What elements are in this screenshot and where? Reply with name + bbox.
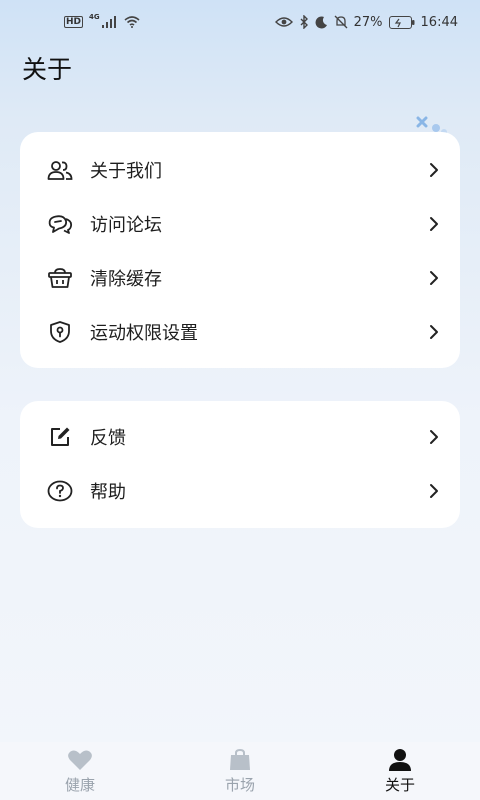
- hd-badge: HD: [64, 16, 84, 28]
- page-title: 关于: [22, 55, 73, 84]
- wifi-icon: [124, 16, 140, 28]
- settings-group-1: 关于我们 访问论坛 清除缓存 运动权限设置: [20, 132, 460, 368]
- menu-item-clear-cache[interactable]: 清除缓存: [20, 251, 460, 305]
- menu-item-label: 访问论坛: [90, 215, 162, 236]
- menu-item-motion-permission[interactable]: 运动权限设置: [20, 305, 460, 359]
- tab-label: 市场: [224, 776, 255, 794]
- tab-label: 关于: [384, 776, 415, 794]
- clock: 16:44: [420, 14, 458, 30]
- menu-item-help[interactable]: 帮助: [20, 464, 460, 518]
- bell-mute-icon: [334, 15, 348, 29]
- menu-item-visit-forum[interactable]: 访问论坛: [20, 197, 460, 251]
- tab-about[interactable]: 关于: [320, 742, 480, 800]
- eye-icon: [274, 17, 293, 27]
- heart-icon: [67, 748, 93, 772]
- edit-icon: [46, 423, 74, 451]
- chevron-right-icon: [430, 163, 438, 177]
- menu-item-feedback[interactable]: 反馈: [20, 410, 460, 464]
- signal-icon: [101, 16, 116, 28]
- menu-item-about-us[interactable]: 关于我们: [20, 143, 460, 197]
- moon-icon: [315, 15, 327, 28]
- menu-item-label: 反馈: [90, 428, 126, 449]
- bluetooth-icon: [300, 15, 308, 29]
- menu-item-label: 清除缓存: [90, 269, 162, 290]
- tab-health[interactable]: 健康: [0, 742, 160, 800]
- help-circle-icon: [46, 477, 74, 505]
- menu-item-label: 帮助: [90, 482, 126, 503]
- shield-lock-icon: [46, 318, 74, 346]
- chevron-right-icon: [430, 271, 438, 285]
- status-left: HD 4G: [64, 13, 140, 28]
- tab-market[interactable]: 市场: [160, 742, 320, 800]
- battery-percent: 27%: [353, 14, 383, 30]
- menu-item-label: 关于我们: [90, 161, 162, 182]
- people-icon: [46, 156, 74, 184]
- basket-icon: [46, 264, 74, 292]
- settings-group-2: 反馈 帮助: [20, 401, 460, 528]
- chevron-right-icon: [430, 217, 438, 231]
- battery-icon: [388, 15, 415, 29]
- menu-item-label: 运动权限设置: [90, 323, 198, 344]
- bag-icon: [227, 748, 253, 772]
- chevron-right-icon: [430, 430, 438, 444]
- network-type: 4G: [89, 13, 100, 21]
- tab-label: 健康: [64, 776, 95, 794]
- person-icon: [387, 748, 413, 772]
- chevron-right-icon: [430, 484, 438, 498]
- chat-bubbles-icon: [46, 210, 74, 238]
- bottom-tab-bar: 健康 市场 关于: [0, 742, 480, 800]
- chevron-right-icon: [430, 325, 438, 339]
- status-right: 27% 16:44: [274, 14, 458, 30]
- status-bar: HD 4G 27% 16:44: [0, 0, 480, 44]
